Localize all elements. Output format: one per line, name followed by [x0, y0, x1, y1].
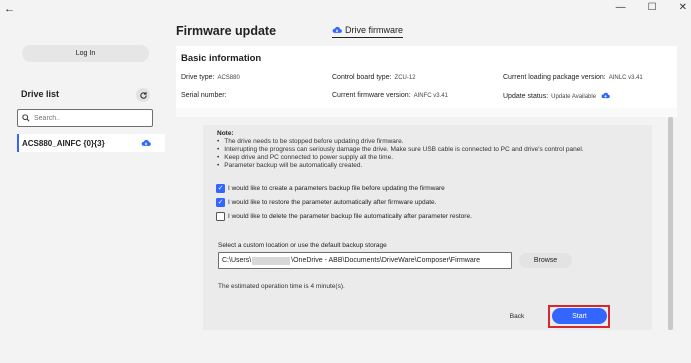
path-suffix: \OneDrive - ABB\Documents\DriveWare\Comp…: [291, 257, 480, 264]
refresh-icon[interactable]: [136, 88, 150, 102]
drive-type-field: Drive type: ACS880: [181, 74, 240, 81]
firmware-version-value: AINFC v3.41: [413, 93, 448, 99]
note-title: Note:: [217, 130, 234, 137]
tab-label: Drive firmware: [345, 25, 404, 35]
drive-name: ACS880_AINFC {0}{3}: [22, 138, 105, 148]
checkbox-unchecked[interactable]: [216, 212, 225, 221]
note-list: The drive needs to be stopped before upd…: [224, 138, 584, 170]
minimize-icon[interactable]: —: [616, 2, 626, 13]
firmware-version-field: Current firmware version: AINFC v3.41: [332, 92, 448, 99]
control-board-label: Control board type:: [332, 74, 392, 81]
estimated-time: The estimated operation time is 4 minute…: [218, 283, 345, 290]
panel-divider: [176, 108, 677, 117]
search-icon: [22, 114, 30, 122]
note-item: The drive needs to be stopped before upd…: [224, 138, 584, 146]
title-bar: ← — ☐ ✕: [0, 0, 691, 20]
storage-label: Select a custom location or use the defa…: [218, 242, 387, 249]
serial-number-field: Serial number:: [181, 92, 230, 99]
drive-list-title: Drive list: [21, 89, 60, 99]
selected-indicator: [17, 134, 19, 152]
checkbox-checked[interactable]: ✓: [216, 198, 225, 207]
backup-before-update-option[interactable]: ✓ I would like to create a parameters ba…: [216, 184, 445, 193]
basic-information-card: Basic information Drive type: ACS880 Cont…: [176, 46, 677, 108]
option-label: I would like to create a parameters back…: [228, 185, 445, 192]
update-status-value: Update Available: [551, 94, 597, 100]
checkbox-checked[interactable]: ✓: [216, 184, 225, 193]
sidebar: Log In Drive list ACS880_AINFC {0}{3}: [10, 20, 165, 363]
scrollbar[interactable]: [668, 117, 673, 330]
browse-button[interactable]: Browse: [519, 253, 572, 268]
option-label: I would like to delete the parameter bac…: [228, 213, 472, 220]
back-button[interactable]: Back: [507, 310, 527, 322]
drive-type-label: Drive type:: [181, 74, 215, 81]
drive-type-value: ACS880: [217, 75, 240, 81]
update-status-label: Update status:: [503, 93, 549, 100]
window-controls: — ☐ ✕: [616, 2, 687, 13]
cloud-download-icon[interactable]: [601, 92, 610, 99]
loading-package-label: Current loading package version:: [503, 74, 606, 81]
path-prefix: C:\Users\: [222, 257, 252, 264]
search-field[interactable]: [17, 109, 153, 127]
close-icon[interactable]: ✕: [679, 2, 687, 13]
page-title: Firmware update: [176, 24, 277, 38]
start-button[interactable]: Start: [552, 308, 607, 324]
firmware-update-window: ← — ☐ ✕ Log In Drive list ACS880_AINFC {…: [0, 0, 691, 363]
backup-path-input[interactable]: C:\Users\ \OneDrive - ABB\Documents\Drive…: [218, 252, 512, 269]
cloud-icon: [141, 139, 151, 146]
loading-package-field: Current loading package version: AINLC v3…: [503, 74, 643, 81]
serial-number-label: Serial number:: [181, 92, 227, 99]
drive-list-item[interactable]: ACS880_AINFC {0}{3}: [17, 134, 165, 152]
loading-package-value: AINLC v3.41: [608, 75, 643, 81]
maximize-icon[interactable]: ☐: [648, 2, 657, 13]
delete-backup-option[interactable]: I would like to delete the parameter bac…: [216, 212, 472, 221]
section-title: Basic information: [181, 53, 262, 64]
note-item: Interrupting the progress can seriously …: [224, 146, 583, 154]
login-button[interactable]: Log In: [22, 45, 149, 62]
note-item: Parameter backup will be automatically c…: [224, 162, 584, 170]
back-arrow-icon[interactable]: ←: [4, 3, 15, 15]
restore-after-update-option[interactable]: ✓ I would like to restore the parameter …: [216, 198, 436, 207]
firmware-version-label: Current firmware version:: [332, 92, 411, 99]
tab-drive-firmware[interactable]: Drive firmware: [332, 25, 404, 38]
search-input[interactable]: [34, 114, 144, 122]
control-board-field: Control board type: ZCU-12: [332, 74, 416, 81]
update-status-field: Update status: Update Available: [503, 92, 610, 100]
option-label: I would like to restore the parameter au…: [228, 199, 437, 206]
control-board-value: ZCU-12: [394, 75, 416, 81]
note-item: Keep drive and PC connected to power sup…: [224, 154, 584, 162]
cloud-download-icon: [332, 26, 342, 33]
update-settings-card: Note: The drive needs to be stopped befo…: [203, 125, 652, 330]
redacted-username: [252, 256, 291, 265]
